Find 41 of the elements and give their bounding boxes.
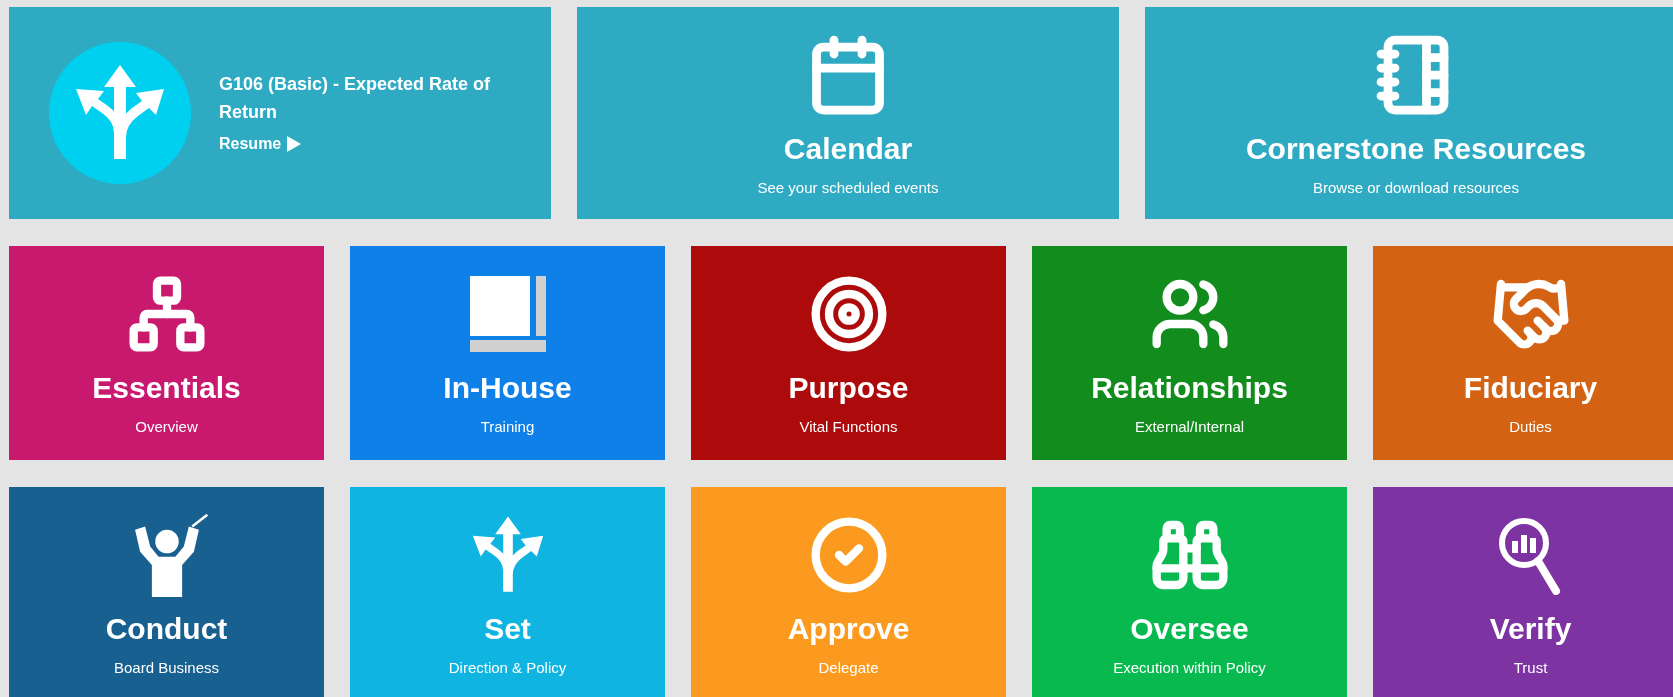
tile-title: Oversee bbox=[1130, 611, 1249, 647]
card-subtitle: See your scheduled events bbox=[757, 178, 939, 198]
play-icon bbox=[287, 136, 302, 152]
tile-title: Essentials bbox=[92, 370, 241, 406]
menu-tile[interactable]: Fiduciary Duties bbox=[1373, 246, 1673, 460]
menu-tile[interactable]: In-House Training bbox=[350, 246, 665, 460]
card-subtitle: Browse or download resources bbox=[1313, 178, 1519, 198]
resume-link[interactable]: Resume bbox=[219, 132, 521, 156]
course-card[interactable]: G106 (Basic) - Expected Rate of Return Resume bbox=[9, 7, 551, 219]
tile-subtitle: External/Internal bbox=[1134, 417, 1245, 437]
menu-tile[interactable]: Oversee Execution within Policy bbox=[1032, 487, 1347, 697]
tile-subtitle: Board Business bbox=[113, 658, 220, 678]
link-card[interactable]: Calendar See your scheduled events bbox=[577, 7, 1119, 219]
card-title: Calendar bbox=[783, 131, 913, 167]
link-card[interactable]: Cornerstone Resources Browse or download resources bbox=[1145, 7, 1673, 219]
menu-tile[interactable]: Set Direction & Policy bbox=[350, 487, 665, 697]
tile-subtitle: Duties bbox=[1509, 417, 1552, 437]
tile-title: Conduct bbox=[105, 611, 228, 647]
menu-tile[interactable]: Relationships External/Internal bbox=[1032, 246, 1347, 460]
tile-subtitle: Vital Functions bbox=[799, 417, 898, 437]
tile-subtitle: Direction & Policy bbox=[448, 658, 567, 678]
tile-title: Verify bbox=[1489, 611, 1572, 647]
menu-tile[interactable]: Verify Trust bbox=[1373, 487, 1673, 697]
menu-tile[interactable]: Essentials Overview bbox=[9, 246, 324, 460]
tile-subtitle: Trust bbox=[1513, 658, 1548, 678]
tile-title: Purpose bbox=[788, 370, 909, 406]
menu-tile[interactable]: Conduct Board Business bbox=[9, 487, 324, 697]
panel-icon bbox=[467, 274, 548, 354]
menu-tile[interactable]: Approve Delegate bbox=[691, 487, 1006, 697]
tile-subtitle: Delegate bbox=[818, 658, 879, 678]
tile-title: In-House bbox=[443, 370, 572, 406]
tile-title: Set bbox=[484, 611, 531, 647]
tile-title: Relationships bbox=[1091, 370, 1288, 406]
tile-subtitle: Overview bbox=[135, 417, 198, 437]
tile-subtitle: Training bbox=[480, 417, 535, 437]
course-title: G106 (Basic) - Expected Rate of Return bbox=[219, 73, 492, 124]
menu-tile[interactable]: Purpose Vital Functions bbox=[691, 246, 1006, 460]
tile-subtitle: Execution within Policy bbox=[1113, 658, 1266, 678]
card-title: Cornerstone Resources bbox=[1245, 131, 1587, 167]
tile-title: Approve bbox=[787, 611, 910, 647]
tile-title: Fiduciary bbox=[1463, 370, 1598, 406]
